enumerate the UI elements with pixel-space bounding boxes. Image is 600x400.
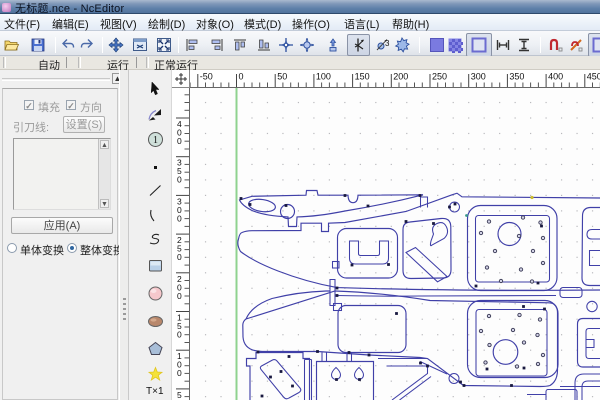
- svg-text:3: 3: [385, 39, 390, 48]
- svg-text:350: 350: [509, 72, 524, 82]
- svg-text:0: 0: [177, 291, 182, 301]
- svg-text:400: 400: [548, 72, 563, 82]
- svg-text:0: 0: [177, 213, 182, 223]
- svg-text:250: 250: [432, 72, 447, 82]
- svg-text:150: 150: [355, 72, 370, 82]
- svg-text:-50: -50: [200, 72, 213, 82]
- svg-text:50: 50: [277, 72, 287, 82]
- svg-text:200: 200: [393, 72, 408, 82]
- svg-text:0: 0: [177, 136, 182, 146]
- svg-text:0: 0: [177, 175, 182, 185]
- svg-text:1: 1: [153, 135, 158, 146]
- svg-text:100: 100: [316, 72, 331, 82]
- svg-text:0: 0: [177, 368, 182, 378]
- svg-text:0: 0: [177, 330, 182, 340]
- svg-text:0: 0: [239, 72, 244, 82]
- svg-text:0: 0: [177, 252, 182, 262]
- svg-text:450: 450: [587, 72, 600, 82]
- svg-text:300: 300: [471, 72, 486, 82]
